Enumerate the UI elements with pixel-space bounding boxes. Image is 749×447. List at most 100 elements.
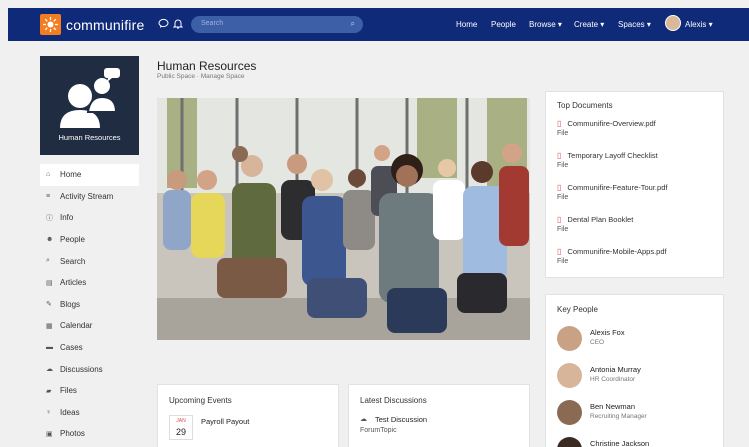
photo-icon: ▣ <box>46 430 53 438</box>
event-date-badge: JAN 29 <box>169 415 193 440</box>
document-type: File <box>557 226 569 233</box>
discussion-title-link[interactable]: Test Discussion <box>375 415 427 424</box>
sidebar-item-cases[interactable]: ▬ Cases <box>40 337 139 359</box>
top-navigation-bar: communifire Search ⌕ Home People Browse … <box>8 8 749 41</box>
sidebar-item-photos[interactable]: ▣ Photos <box>40 423 139 445</box>
document-name: Dental Plan Booklet <box>567 215 634 224</box>
person-role: CEO <box>590 339 605 346</box>
folder-icon: ▰ <box>46 387 52 395</box>
sidebar-item-home[interactable]: ⌂ Home <box>40 164 139 186</box>
nav-create[interactable]: Create ▾ <box>574 20 604 29</box>
pdf-file-icon: ▯ <box>557 183 562 192</box>
people-icon: ☻ <box>46 236 54 244</box>
person-name[interactable]: Christine Jackson <box>590 439 649 447</box>
sidebar-item-files[interactable]: ▰ Files <box>40 380 139 402</box>
page-title: Human Resources <box>157 59 257 73</box>
avatar[interactable] <box>557 437 582 447</box>
sidebar-item-label: People <box>60 235 85 245</box>
document-link[interactable]: ▯ Communifire-Mobile-Apps.pdf <box>557 247 667 256</box>
event-day: 29 <box>175 427 186 437</box>
document-name: Temporary Layoff Checklist <box>567 151 658 160</box>
avatar[interactable] <box>557 363 582 388</box>
document-link[interactable]: ▯ Dental Plan Booklet <box>557 215 633 224</box>
sidebar-item-label: Home <box>60 170 82 180</box>
pdf-file-icon: ▯ <box>557 247 562 256</box>
document-link[interactable]: ▯ Communifire-Overview.pdf <box>557 119 656 128</box>
space-sidebar-nav: ⌂ Home ≡ Activity Stream ⓘ Info ☻ People ⌕ Search… <box>40 164 139 445</box>
pdf-file-icon: ▯ <box>557 215 562 224</box>
cases-icon: ▬ <box>46 344 53 352</box>
people-group-icon <box>60 68 120 128</box>
avatar[interactable] <box>557 400 582 425</box>
pdf-file-icon: ▯ <box>557 119 562 128</box>
search-icon: ⌕ <box>46 257 50 265</box>
document-link[interactable]: ▯ Temporary Layoff Checklist <box>557 151 658 160</box>
discussion-icon: ☁ <box>360 416 367 423</box>
blog-icon: ✎ <box>46 301 52 309</box>
sidebar-item-label: Cases <box>60 343 83 353</box>
sidebar-item-activity-stream[interactable]: ≡ Activity Stream <box>40 186 139 208</box>
sidebar-item-blogs[interactable]: ✎ Blogs <box>40 294 139 316</box>
document-type: File <box>557 258 569 265</box>
sidebar-item-articles[interactable]: ▤ Articles <box>40 272 139 294</box>
discussion-icon: ☁ <box>46 366 53 374</box>
person-role: Recruiting Manager <box>590 413 647 420</box>
nav-people[interactable]: People <box>491 20 516 29</box>
sidebar-item-label: Articles <box>60 278 87 288</box>
sidebar-item-label: Discussions <box>60 364 103 374</box>
event-title-link[interactable]: Payroll Payout <box>201 417 249 426</box>
person-name[interactable]: Antonia Murray <box>590 365 641 374</box>
home-icon: ⌂ <box>46 171 51 179</box>
document-link[interactable]: ▯ Communifire-Feature-Tour.pdf <box>557 183 667 192</box>
sidebar-item-label: Info <box>60 213 74 223</box>
panel-title: Top Documents <box>557 101 613 110</box>
lightbulb-icon: ♀ <box>46 408 52 416</box>
person-role: HR Coordinator <box>590 376 636 383</box>
space-meta-links[interactable]: Public Space · Manage Space <box>157 73 244 80</box>
article-icon: ▤ <box>46 279 53 287</box>
sidebar-item-calendar[interactable]: ▦ Calendar <box>40 315 139 337</box>
info-icon: ⓘ <box>46 214 53 222</box>
person-name[interactable]: Alexis Fox <box>590 328 625 337</box>
document-name: Communifire-Mobile-Apps.pdf <box>567 247 667 256</box>
brand-name[interactable]: communifire <box>66 17 144 33</box>
chat-icon[interactable] <box>158 18 169 33</box>
calendar-icon: ▦ <box>46 322 53 330</box>
event-month: JAN <box>176 418 186 424</box>
search-icon[interactable]: ⌕ <box>351 19 355 29</box>
document-name: Communifire-Overview.pdf <box>567 119 656 128</box>
document-type: File <box>557 162 569 169</box>
upcoming-events-panel: Upcoming Events JAN 29 Payroll Payout <box>157 384 339 447</box>
discussion-forum[interactable]: ForumTopic <box>360 427 397 434</box>
document-name: Communifire-Feature-Tour.pdf <box>567 183 668 192</box>
panel-title: Key People <box>557 305 598 314</box>
nav-spaces[interactable]: Spaces ▾ <box>618 20 651 29</box>
search-input[interactable]: Search ⌕ <box>191 16 363 33</box>
communifire-logo-icon[interactable] <box>40 14 61 35</box>
sidebar-item-ideas[interactable]: ♀ Ideas <box>40 402 139 424</box>
space-avatar-card[interactable]: Human Resources <box>40 56 139 155</box>
latest-discussions-panel: Latest Discussions ☁ Test Discussion For… <box>348 384 530 447</box>
sidebar-item-label: Calendar <box>60 321 93 331</box>
sidebar-item-info[interactable]: ⓘ Info <box>40 207 139 229</box>
nav-home[interactable]: Home <box>456 20 477 29</box>
sidebar-item-search[interactable]: ⌕ Search <box>40 250 139 272</box>
sidebar-item-label: Files <box>60 386 77 396</box>
panel-title: Upcoming Events <box>169 396 232 405</box>
sidebar-item-label: Search <box>60 256 86 266</box>
user-menu[interactable]: Alexis ▾ <box>685 20 713 29</box>
sidebar-item-label: Photos <box>60 429 85 439</box>
sidebar-item-discussions[interactable]: ☁ Discussions <box>40 358 139 380</box>
sidebar-item-people[interactable]: ☻ People <box>40 229 139 251</box>
document-type: File <box>557 194 569 201</box>
space-banner-image <box>157 98 530 340</box>
avatar[interactable] <box>557 326 582 351</box>
sidebar-item-label: Activity Stream <box>60 191 114 201</box>
top-documents-panel: Top Documents ▯ Communifire-Overview.pdf F… <box>545 91 724 278</box>
nav-browse[interactable]: Browse ▾ <box>529 20 562 29</box>
user-avatar[interactable] <box>665 15 681 31</box>
sidebar-item-label: Ideas <box>60 407 80 417</box>
bell-icon[interactable] <box>172 18 184 33</box>
document-type: File <box>557 130 569 137</box>
person-name[interactable]: Ben Newman <box>590 402 635 411</box>
